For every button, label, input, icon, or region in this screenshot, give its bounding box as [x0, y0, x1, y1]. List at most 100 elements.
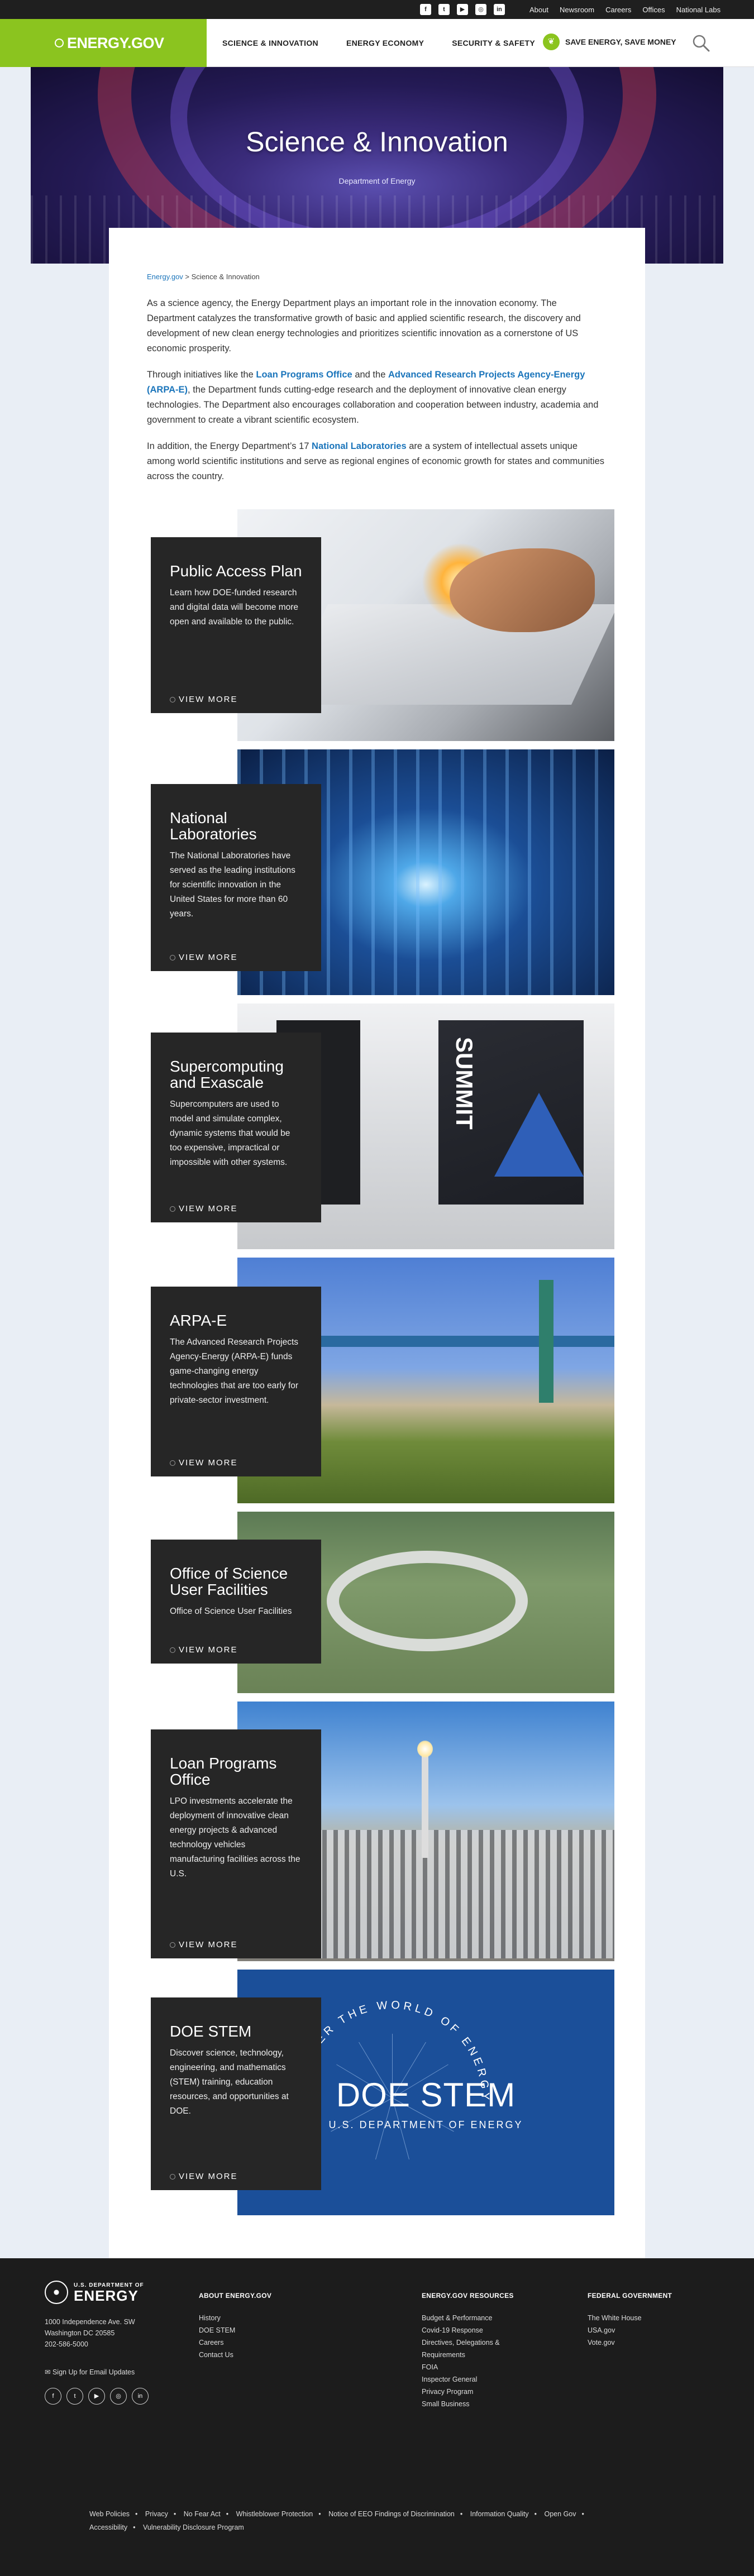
- feature-title: ARPA-E: [170, 1312, 227, 1329]
- view-more-button[interactable]: VIEW MORE: [170, 953, 238, 962]
- footer-col-heading: ENERGY.GOV RESOURCES: [422, 2292, 514, 2300]
- view-more-label: VIEW MORE: [179, 2172, 238, 2181]
- legal-link[interactable]: Privacy: [145, 2510, 168, 2518]
- footer-link[interactable]: Budget & Performance: [422, 2314, 492, 2322]
- gantry-tower: [539, 1280, 553, 1403]
- linkedin-icon[interactable]: in: [132, 2388, 149, 2405]
- doe-seal-icon: [45, 2281, 68, 2304]
- twitter-icon[interactable]: t: [438, 4, 450, 15]
- feature-arpa-e: ARPA-E The Advanced Research Projects Ag…: [128, 1258, 614, 1503]
- utility-links: About Newsroom Careers Offices National …: [529, 6, 720, 14]
- instagram-icon[interactable]: ◎: [475, 4, 486, 15]
- footer-link[interactable]: Vote.gov: [588, 2339, 615, 2346]
- arrow-circle-icon: [170, 2173, 175, 2180]
- view-more-button[interactable]: VIEW MORE: [170, 2172, 238, 2181]
- feature-loan-programs: Loan Programs Office LPO investments acc…: [128, 1702, 614, 1961]
- site-logo[interactable]: ENERGY.GOV: [0, 19, 207, 67]
- view-more-button[interactable]: VIEW MORE: [170, 1645, 238, 1655]
- utility-link-about[interactable]: About: [529, 6, 548, 14]
- utility-link-national-labs[interactable]: National Labs: [676, 6, 721, 14]
- view-more-button[interactable]: VIEW MORE: [170, 1940, 238, 1949]
- utility-link-careers[interactable]: Careers: [605, 6, 631, 14]
- footer-link[interactable]: Privacy Program: [422, 2388, 473, 2396]
- intro-p3-text-a: In addition, the Energy Department’s 17: [147, 441, 312, 451]
- legal-separator: •: [226, 2510, 229, 2518]
- footer-link[interactable]: Careers: [199, 2339, 223, 2346]
- footer-col-heading: FEDERAL GOVERNMENT: [588, 2292, 672, 2300]
- legal-link[interactable]: Web Policies: [89, 2510, 130, 2518]
- nav-item-energy-economy[interactable]: ENERGY ECONOMY: [346, 39, 424, 47]
- view-more-label: VIEW MORE: [179, 1204, 238, 1213]
- arrow-circle-icon: [170, 1942, 175, 1948]
- save-energy-link[interactable]: ❦ SAVE ENERGY, SAVE MONEY: [543, 34, 676, 50]
- view-more-button[interactable]: VIEW MORE: [170, 1458, 238, 1468]
- footer-link[interactable]: Contact Us: [199, 2351, 233, 2359]
- feature-text: The National Laboratories have served as…: [170, 851, 295, 919]
- page-subtitle: Department of Energy: [338, 176, 416, 185]
- linkedin-icon[interactable]: in: [494, 4, 505, 15]
- utility-link-newsroom[interactable]: Newsroom: [560, 6, 594, 14]
- legal-link[interactable]: Accessibility: [89, 2524, 127, 2531]
- feature-title: Supercomputing and Exascale: [170, 1058, 284, 1091]
- nav-item-science-innovation[interactable]: SCIENCE & INNOVATION: [222, 39, 318, 47]
- feature-title: Public Access Plan: [170, 562, 302, 580]
- footer-link[interactable]: FOIA: [422, 2363, 438, 2371]
- view-more-label: VIEW MORE: [179, 695, 238, 704]
- legal-link[interactable]: Whistleblower Protection: [236, 2510, 313, 2518]
- footer-address: 1000 Independence Ave. SW Washington DC …: [45, 2316, 135, 2350]
- legal-link[interactable]: Notice of EEO Findings of Discrimination: [328, 2510, 455, 2518]
- youtube-icon[interactable]: ▶: [457, 4, 468, 15]
- facebook-icon[interactable]: f: [45, 2388, 61, 2405]
- feature-box: National Laboratories The National Labor…: [151, 784, 321, 971]
- footer-link[interactable]: The White House: [588, 2314, 642, 2322]
- footer-link[interactable]: USA.gov: [588, 2326, 615, 2334]
- feature-title: DOE STEM: [170, 2023, 252, 2040]
- nav-item-security-safety[interactable]: SECURITY & SAFETY: [452, 39, 535, 47]
- footer-logo-text: U.S. DEPARTMENT OF ENERGY: [74, 2282, 144, 2303]
- feature-user-facilities: Office of Science User Facilities Office…: [128, 1512, 614, 1693]
- feature-text: LPO investments accelerate the deploymen…: [170, 1796, 300, 1879]
- arrow-circle-icon: [170, 954, 175, 960]
- intro-p2-text-b: and the: [352, 370, 388, 380]
- view-more-label: VIEW MORE: [179, 1645, 238, 1655]
- link-loan-programs-office[interactable]: Loan Programs Office: [256, 370, 352, 380]
- arrow-circle-icon: [170, 1460, 175, 1466]
- utility-bar: f t ▶ ◎ in About Newsroom Careers Office…: [0, 0, 754, 19]
- feature-text: The Advanced Research Projects Agency-En…: [170, 1337, 299, 1405]
- address-line: Washington DC 20585: [45, 2329, 115, 2337]
- legal-link[interactable]: Open Gov: [545, 2510, 576, 2518]
- footer-logo-main: ENERGY: [74, 2287, 139, 2304]
- legal-separator: •: [133, 2524, 136, 2531]
- accelerator-ring: [327, 1551, 528, 1651]
- legal-link[interactable]: Information Quality: [470, 2510, 529, 2518]
- feature-title: Office of Science User Facilities: [170, 1565, 288, 1598]
- breadcrumb-home[interactable]: Energy.gov: [147, 273, 183, 281]
- legal-link[interactable]: No Fear Act: [184, 2510, 221, 2518]
- footer-link[interactable]: Inspector General: [422, 2376, 477, 2383]
- footer-link[interactable]: Small Business: [422, 2400, 469, 2408]
- footer-logo[interactable]: U.S. DEPARTMENT OF ENERGY: [45, 2281, 144, 2304]
- footer-link[interactable]: Directives, Delegations & Requirements: [422, 2339, 500, 2359]
- footer-social: f t ▶ ◎ in: [45, 2388, 149, 2405]
- utility-link-offices[interactable]: Offices: [642, 6, 665, 14]
- link-national-laboratories[interactable]: National Laboratories: [312, 441, 407, 451]
- feature-national-laboratories: National Laboratories The National Labor…: [128, 749, 614, 995]
- footer-link[interactable]: History: [199, 2314, 221, 2322]
- legal-link[interactable]: Vulnerability Disclosure Program: [143, 2524, 244, 2531]
- footer-link[interactable]: Covid-19 Response: [422, 2326, 483, 2334]
- save-energy-label: SAVE ENERGY, SAVE MONEY: [565, 37, 676, 46]
- view-more-label: VIEW MORE: [179, 1458, 238, 1468]
- email-signup-link[interactable]: ✉ Sign Up for Email Updates: [45, 2368, 135, 2376]
- logo-text: ENERGY.GOV: [67, 35, 164, 51]
- facebook-icon[interactable]: f: [420, 4, 431, 15]
- view-more-button[interactable]: VIEW MORE: [170, 1204, 238, 1213]
- instagram-icon[interactable]: ◎: [110, 2388, 127, 2405]
- search-icon[interactable]: [691, 34, 710, 52]
- feature-box: DOE STEM Discover science, technology, e…: [151, 1997, 321, 2190]
- view-more-button[interactable]: VIEW MORE: [170, 695, 238, 704]
- youtube-icon[interactable]: ▶: [88, 2388, 105, 2405]
- feature-box: Supercomputing and Exascale Supercompute…: [151, 1033, 321, 1222]
- twitter-icon[interactable]: t: [66, 2388, 83, 2405]
- feature-box: ARPA-E The Advanced Research Projects Ag…: [151, 1287, 321, 1476]
- footer-link[interactable]: DOE STEM: [199, 2326, 235, 2334]
